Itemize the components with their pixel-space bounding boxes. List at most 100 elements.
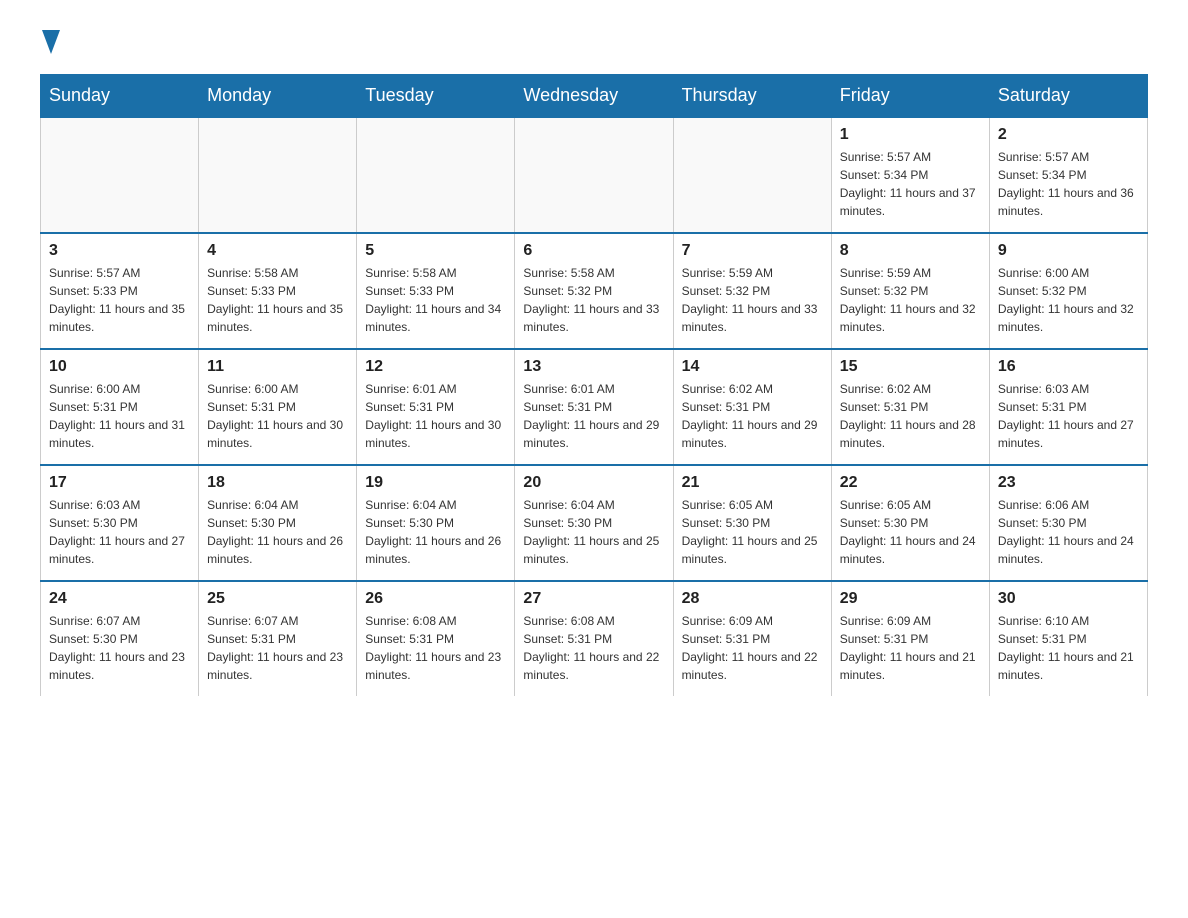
calendar-cell [199,117,357,233]
day-number: 11 [207,358,348,376]
calendar-cell: 6Sunrise: 5:58 AMSunset: 5:32 PMDaylight… [515,233,673,349]
calendar-cell: 24 Sunrise: 6:07 AMSunset: 5:30 PMDayligh… [41,581,199,696]
day-info: Sunrise: 6:01 AMSunset: 5:31 PMDaylight:… [523,380,664,452]
weekday-header-row: SundayMondayTuesdayWednesdayThursdayFrid… [41,75,1148,118]
day-info: Sunrise: 5:58 AMSunset: 5:32 PMDaylight:… [523,264,664,336]
day-info: Sunrise: 5:58 AMSunset: 5:33 PMDaylight:… [365,264,506,336]
day-info: Sunrise: 6:00 AMSunset: 5:32 PMDaylight:… [998,264,1139,336]
calendar-cell: 4 Sunrise: 5:58 AMSunset: 5:33 PMDaylight… [199,233,357,349]
logo [40,30,60,54]
day-info: Sunrise: 5:59 AMSunset: 5:32 PMDaylight:… [682,264,823,336]
day-info: Sunrise: 6:02 AMSunset: 5:31 PMDaylight:… [682,380,823,452]
calendar-cell: 10 Sunrise: 6:00 AMSunset: 5:31 PMDayligh… [41,349,199,465]
day-info: Sunrise: 6:06 AMSunset: 5:30 PMDaylight:… [998,496,1139,568]
calendar-cell: 15 Sunrise: 6:02 AMSunset: 5:31 PMDayligh… [831,349,989,465]
day-info: Sunrise: 6:10 AMSunset: 5:31 PMDaylight:… [998,612,1139,684]
calendar-cell: 8Sunrise: 5:59 AMSunset: 5:32 PMDaylight… [831,233,989,349]
calendar-cell: 26Sunrise: 6:08 AMSunset: 5:31 PMDayligh… [357,581,515,696]
day-number: 13 [523,358,664,376]
day-info: Sunrise: 6:04 AMSunset: 5:30 PMDaylight:… [365,496,506,568]
day-number: 2 [998,126,1139,144]
calendar-cell [515,117,673,233]
day-info: Sunrise: 5:58 AMSunset: 5:33 PMDaylight:… [207,264,348,336]
calendar-week-row: 10 Sunrise: 6:00 AMSunset: 5:31 PMDayligh… [41,349,1148,465]
calendar-cell: 20 Sunrise: 6:04 AMSunset: 5:30 PMDayligh… [515,465,673,581]
calendar-cell: 1 Sunrise: 5:57 AMSunset: 5:34 PMDaylight… [831,117,989,233]
day-number: 1 [840,126,981,144]
calendar-cell: 2 Sunrise: 5:57 AMSunset: 5:34 PMDaylight… [989,117,1147,233]
day-number: 7 [682,242,823,260]
day-number: 20 [523,474,664,492]
day-info: Sunrise: 5:57 AMSunset: 5:34 PMDaylight:… [840,148,981,220]
day-info: Sunrise: 5:57 AMSunset: 5:33 PMDaylight:… [49,264,190,336]
calendar-cell: 21Sunrise: 6:05 AMSunset: 5:30 PMDayligh… [673,465,831,581]
day-number: 3 [49,242,190,260]
weekday-header-thursday: Thursday [673,75,831,118]
calendar-cell: 11 Sunrise: 6:00 AMSunset: 5:31 PMDayligh… [199,349,357,465]
calendar-week-row: 17 Sunrise: 6:03 AMSunset: 5:30 PMDayligh… [41,465,1148,581]
calendar-table: SundayMondayTuesdayWednesdayThursdayFrid… [40,74,1148,696]
day-number: 23 [998,474,1139,492]
calendar-cell: 23 Sunrise: 6:06 AMSunset: 5:30 PMDayligh… [989,465,1147,581]
day-info: Sunrise: 6:07 AMSunset: 5:30 PMDaylight:… [49,612,190,684]
calendar-cell: 12 Sunrise: 6:01 AMSunset: 5:31 PMDayligh… [357,349,515,465]
calendar-cell: 16 Sunrise: 6:03 AMSunset: 5:31 PMDayligh… [989,349,1147,465]
day-number: 5 [365,242,506,260]
calendar-cell: 19 Sunrise: 6:04 AMSunset: 5:30 PMDayligh… [357,465,515,581]
day-info: Sunrise: 6:05 AMSunset: 5:30 PMDaylight:… [682,496,823,568]
calendar-cell [41,117,199,233]
day-number: 10 [49,358,190,376]
calendar-cell [357,117,515,233]
day-number: 9 [998,242,1139,260]
calendar-cell: 14 Sunrise: 6:02 AMSunset: 5:31 PMDayligh… [673,349,831,465]
day-number: 4 [207,242,348,260]
day-number: 14 [682,358,823,376]
day-number: 12 [365,358,506,376]
page-header [40,30,1148,54]
calendar-cell: 9 Sunrise: 6:00 AMSunset: 5:32 PMDaylight… [989,233,1147,349]
calendar-week-row: 24 Sunrise: 6:07 AMSunset: 5:30 PMDayligh… [41,581,1148,696]
day-info: Sunrise: 6:04 AMSunset: 5:30 PMDaylight:… [207,496,348,568]
weekday-header-wednesday: Wednesday [515,75,673,118]
day-info: Sunrise: 6:09 AMSunset: 5:31 PMDaylight:… [840,612,981,684]
calendar-cell: 25Sunrise: 6:07 AMSunset: 5:31 PMDayligh… [199,581,357,696]
calendar-cell: 29Sunrise: 6:09 AMSunset: 5:31 PMDayligh… [831,581,989,696]
day-number: 24 [49,590,190,608]
day-info: Sunrise: 6:01 AMSunset: 5:31 PMDaylight:… [365,380,506,452]
calendar-cell: 17 Sunrise: 6:03 AMSunset: 5:30 PMDayligh… [41,465,199,581]
day-info: Sunrise: 6:04 AMSunset: 5:30 PMDaylight:… [523,496,664,568]
day-number: 15 [840,358,981,376]
day-info: Sunrise: 6:02 AMSunset: 5:31 PMDaylight:… [840,380,981,452]
day-number: 19 [365,474,506,492]
calendar-cell: 5 Sunrise: 5:58 AMSunset: 5:33 PMDaylight… [357,233,515,349]
weekday-header-saturday: Saturday [989,75,1147,118]
day-info: Sunrise: 6:00 AMSunset: 5:31 PMDaylight:… [207,380,348,452]
day-info: Sunrise: 6:03 AMSunset: 5:31 PMDaylight:… [998,380,1139,452]
day-number: 18 [207,474,348,492]
calendar-cell: 18 Sunrise: 6:04 AMSunset: 5:30 PMDayligh… [199,465,357,581]
calendar-cell: 27 Sunrise: 6:08 AMSunset: 5:31 PMDayligh… [515,581,673,696]
day-number: 30 [998,590,1139,608]
day-number: 22 [840,474,981,492]
day-number: 26 [365,590,506,608]
calendar-cell [673,117,831,233]
day-info: Sunrise: 6:00 AMSunset: 5:31 PMDaylight:… [49,380,190,452]
calendar-week-row: 1 Sunrise: 5:57 AMSunset: 5:34 PMDaylight… [41,117,1148,233]
day-info: Sunrise: 6:07 AMSunset: 5:31 PMDaylight:… [207,612,348,684]
day-info: Sunrise: 6:03 AMSunset: 5:30 PMDaylight:… [49,496,190,568]
day-number: 8 [840,242,981,260]
day-number: 16 [998,358,1139,376]
weekday-header-sunday: Sunday [41,75,199,118]
calendar-cell: 22Sunrise: 6:05 AMSunset: 5:30 PMDayligh… [831,465,989,581]
calendar-cell: 30 Sunrise: 6:10 AMSunset: 5:31 PMDayligh… [989,581,1147,696]
calendar-cell: 7 Sunrise: 5:59 AMSunset: 5:32 PMDaylight… [673,233,831,349]
day-number: 27 [523,590,664,608]
day-info: Sunrise: 5:57 AMSunset: 5:34 PMDaylight:… [998,148,1139,220]
calendar-cell: 13 Sunrise: 6:01 AMSunset: 5:31 PMDayligh… [515,349,673,465]
weekday-header-friday: Friday [831,75,989,118]
day-number: 17 [49,474,190,492]
calendar-cell: 3 Sunrise: 5:57 AMSunset: 5:33 PMDaylight… [41,233,199,349]
day-info: Sunrise: 6:09 AMSunset: 5:31 PMDaylight:… [682,612,823,684]
day-info: Sunrise: 6:08 AMSunset: 5:31 PMDaylight:… [523,612,664,684]
calendar-week-row: 3 Sunrise: 5:57 AMSunset: 5:33 PMDaylight… [41,233,1148,349]
